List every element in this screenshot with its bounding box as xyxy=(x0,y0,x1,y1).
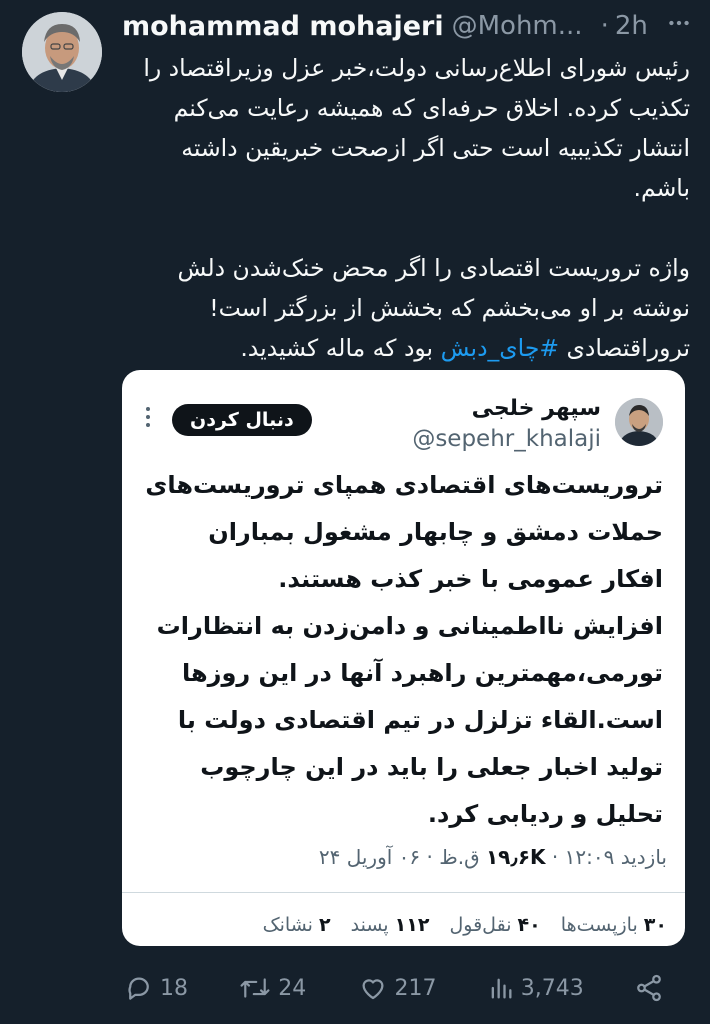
views-label: بازدید xyxy=(620,845,667,869)
divider xyxy=(122,892,685,893)
quoted-text-paragraph: افزایش نااطمینانی و دامن‌زدن به انتظارات… xyxy=(156,612,663,828)
quotes-label: نقل‌قول xyxy=(449,914,512,936)
tweet-timestamp[interactable]: 2h xyxy=(615,11,648,41)
bookmarks-count: ۲ xyxy=(318,914,331,936)
tweet-text: رئیس شورای اطلاع‌رسانی دولت،خبر عزل وزیر… xyxy=(122,48,690,368)
more-icon[interactable] xyxy=(666,10,692,40)
quotes-count: ۴۰ xyxy=(517,914,541,936)
tweet-text-paragraph: رئیس شورای اطلاع‌رسانی دولت،خبر عزل وزیر… xyxy=(143,54,690,202)
quoted-tweet-card[interactable]: سپهر خلجی @sepehr_khalaji دنبال کردن ترو… xyxy=(122,370,685,946)
quoted-author-avatar[interactable] xyxy=(615,398,663,446)
share-button[interactable] xyxy=(634,973,664,1003)
follow-button[interactable]: دنبال کردن xyxy=(172,404,312,436)
quotes-stat[interactable]: ۴۰ نقل‌قول xyxy=(449,914,540,936)
hashtag-link[interactable]: #چای_دبش xyxy=(441,334,560,362)
tweet-header: mohammad mohajeri @Mohm... · 2h xyxy=(122,6,670,46)
more-icon[interactable] xyxy=(144,406,152,432)
bookmarks-label: نشانک xyxy=(262,914,313,936)
share-icon xyxy=(634,973,664,1003)
quoted-tweet-meta: بازدید ۱۹٫۶K · ۱۲:۰۹ ق.ظ · ۰۶ آوریل ۲۴ xyxy=(318,845,667,869)
reply-count: 18 xyxy=(160,975,188,1001)
views-count: ۱۹٫۶K xyxy=(485,845,546,869)
reposts-count: ۳۰ xyxy=(643,914,667,936)
reposts-label: بازپست‌ها xyxy=(560,914,638,936)
separator-dot: · xyxy=(600,11,609,41)
retweet-button[interactable]: 24 xyxy=(238,973,306,1003)
reply-icon xyxy=(124,973,154,1003)
quoted-tweet-stats: ۳۰ بازپست‌ها ۴۰ نقل‌قول ۱۱۲ پسند ۲ نشانک xyxy=(249,914,667,936)
views-count: 3,743 xyxy=(520,975,584,1001)
retweet-icon xyxy=(238,973,272,1003)
quoted-text-paragraph: تروریست‌های اقتصادی همپای تروریست‌های حم… xyxy=(145,471,663,593)
likes-stat[interactable]: ۱۱۲ پسند xyxy=(351,914,430,936)
author-name[interactable]: mohammad mohajeri xyxy=(122,11,444,42)
retweet-count: 24 xyxy=(278,975,307,1001)
author-avatar[interactable] xyxy=(22,12,102,92)
likes-label: پسند xyxy=(350,914,389,936)
quoted-date: ۰۶ آوریل ۲۴ xyxy=(318,845,421,869)
likes-count: ۱۱۲ xyxy=(394,914,430,936)
heart-icon xyxy=(357,973,389,1003)
tweet-text-segment: بود که ماله کشیدید. xyxy=(240,334,441,362)
views-button[interactable]: 3,743 xyxy=(487,973,584,1003)
reposts-stat[interactable]: ۳۰ بازپست‌ها xyxy=(561,914,667,936)
author-handle[interactable]: @Mohm... xyxy=(452,11,583,41)
reply-button[interactable]: 18 xyxy=(124,973,188,1003)
tweet-text-paragraph: واژه تروریست اقتصادی را اگر محض خنک‌شدن … xyxy=(122,248,691,368)
views-icon xyxy=(487,973,515,1003)
tweet-action-bar: 18 24 217 3,743 xyxy=(124,966,664,1010)
like-button[interactable]: 217 xyxy=(357,973,437,1003)
like-count: 217 xyxy=(394,975,437,1001)
quoted-author-handle[interactable]: @sepehr_khalaji xyxy=(412,426,601,452)
bookmarks-stat[interactable]: ۲ نشانک xyxy=(263,914,331,936)
quoted-tweet-text: تروریست‌های اقتصادی همپای تروریست‌های حم… xyxy=(140,462,663,838)
quoted-author-name[interactable]: سپهر خلجی xyxy=(472,396,601,421)
